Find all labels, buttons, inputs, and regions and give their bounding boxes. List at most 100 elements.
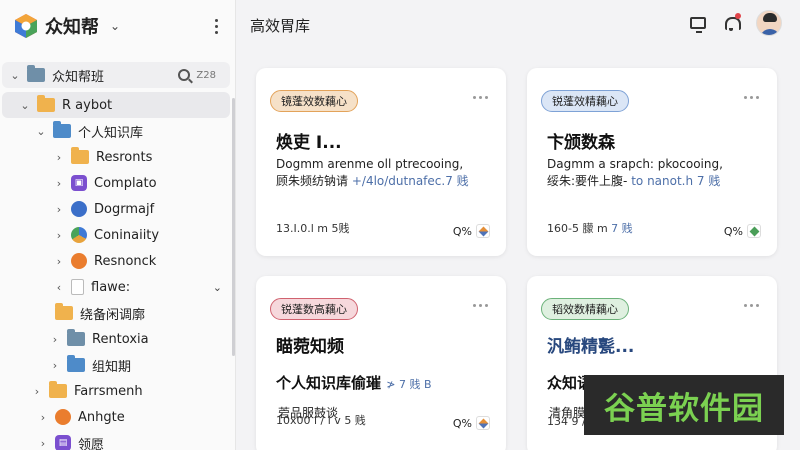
brand-switcher[interactable]: 众知帮 ⌄ bbox=[14, 12, 120, 40]
folder-icon bbox=[27, 65, 45, 82]
folder-icon bbox=[67, 355, 85, 372]
diamond-icon bbox=[476, 224, 490, 238]
sidebar: 众知帮 ⌄ ⌄ 众知帮班 Z28 ⌄ R aybot ⌄ 个人知识库 › Res… bbox=[0, 0, 236, 450]
more-icon[interactable] bbox=[473, 96, 488, 99]
tree-item[interactable]: ‹ flawe: ⌄ bbox=[0, 274, 236, 300]
card-badge[interactable]: Q% bbox=[453, 224, 490, 238]
card-title: 卞颁数森 bbox=[547, 133, 615, 153]
chevron-right-icon[interactable]: › bbox=[30, 385, 44, 398]
card-tag[interactable]: 锐蓬数高藕心 bbox=[270, 298, 358, 320]
app-icon bbox=[71, 227, 87, 243]
tree-item[interactable]: › Resnonck bbox=[0, 248, 236, 274]
folder-icon bbox=[67, 329, 85, 346]
card-meta-text: 160-5 朦 m bbox=[547, 222, 608, 235]
tree-item-label: Rentoxia bbox=[92, 331, 149, 347]
chevron-down-icon: ⌄ bbox=[110, 19, 121, 33]
chevron-right-icon[interactable]: › bbox=[36, 411, 50, 424]
tree-item-root[interactable]: ⌄ 众知帮班 Z28 bbox=[2, 62, 230, 88]
knowledge-card[interactable]: 镜蓬效数藕心 焕吏 I... Dogmm arenme oll ptrecooi… bbox=[256, 68, 506, 256]
chevron-right-icon[interactable]: › bbox=[52, 177, 66, 190]
card-meta-highlight: 7 贱 bbox=[611, 222, 633, 235]
tree-item-label: Resnonck bbox=[94, 253, 157, 269]
card-desc-line: Dagmm a srapch: pkocooing, bbox=[547, 157, 723, 171]
chevron-down-icon[interactable]: ⌄ bbox=[34, 125, 48, 138]
chevron-right-icon[interactable]: › bbox=[52, 229, 66, 242]
brand-name: 众知帮 bbox=[45, 17, 99, 38]
tree-item-label: Coninaiity bbox=[94, 227, 160, 243]
more-icon[interactable] bbox=[473, 304, 488, 307]
tree-item[interactable]: ⌄ 个人知识库 bbox=[0, 118, 236, 144]
app-icon bbox=[71, 253, 87, 269]
chevron-down-icon[interactable]: ⌄ bbox=[213, 281, 222, 294]
card-badge-label: Q% bbox=[452, 416, 472, 430]
chevron-right-icon[interactable]: › bbox=[48, 333, 62, 346]
card-desc-text: 顾朱频纺钠请 bbox=[276, 174, 349, 188]
notification-dot bbox=[735, 12, 741, 19]
card-tag[interactable]: 锐蓬效精藕心 bbox=[541, 90, 629, 112]
avatar[interactable] bbox=[756, 10, 782, 36]
tree-item[interactable]: › ▤ 领愿 bbox=[0, 430, 236, 450]
page-title: 高效胃库 bbox=[250, 17, 311, 35]
card-title: 瞄菀知频 bbox=[276, 337, 344, 357]
tree-item-label: Farrsmenh bbox=[74, 383, 143, 399]
knowledge-card[interactable]: 锐蓬效精藕心 卞颁数森 Dagmm a srapch: pkocooing, 绥… bbox=[527, 68, 777, 256]
card-desc-text: 绥朱:要件上腹- bbox=[547, 174, 628, 188]
tree-item-label: 众知帮班 bbox=[52, 69, 105, 85]
chevron-right-icon[interactable]: › bbox=[36, 437, 50, 450]
chevron-down-icon[interactable]: ⌄ bbox=[8, 69, 22, 82]
tree-item[interactable]: 绕备闲调廓 bbox=[0, 300, 236, 326]
tree-item[interactable]: › Rentoxia bbox=[0, 326, 236, 352]
chevron-left-icon[interactable]: ‹ bbox=[52, 281, 66, 294]
chevron-right-icon[interactable]: › bbox=[52, 151, 66, 164]
document-icon bbox=[71, 279, 84, 295]
knowledge-card[interactable]: 锐蓬数高藕心 瞄菀知频 个人知识库偷璀 ≯ 7 贱 B 菪品服鼓谈 10x00 … bbox=[256, 276, 506, 450]
tree-item[interactable]: › Anhgte bbox=[0, 404, 236, 430]
app-logo-icon bbox=[15, 14, 37, 38]
bell-icon[interactable] bbox=[724, 12, 741, 31]
tree-item-label: Dogrmajf bbox=[94, 201, 155, 217]
tree-item[interactable]: › Farrsmenh bbox=[0, 378, 236, 404]
card-tag[interactable]: 镜蓬效数藕心 bbox=[270, 90, 358, 112]
tree-item-selected[interactable]: ⌄ R aybot bbox=[2, 92, 230, 118]
tree-item-label: flawe: bbox=[91, 279, 131, 295]
tree-item-label: Resronts bbox=[96, 149, 153, 165]
app-icon bbox=[71, 201, 87, 217]
card-meta: 160-5 朦 m 7 贱 bbox=[547, 220, 633, 236]
tree-item-label: 个人知识库 bbox=[78, 125, 144, 141]
sidebar-scrollbar[interactable] bbox=[232, 98, 235, 356]
tree-item[interactable]: › 组知期 bbox=[0, 352, 236, 378]
monitor-icon[interactable] bbox=[690, 17, 706, 33]
tree-search[interactable]: Z28 bbox=[178, 69, 216, 81]
folder-icon bbox=[53, 121, 71, 138]
card-tag[interactable]: 韬效数精藕心 bbox=[541, 298, 629, 320]
diamond-icon bbox=[747, 224, 761, 238]
card-desc-line: 顾朱频纺钠请 +/4lo/dutnafec.7 贱 bbox=[276, 173, 496, 190]
folder-icon bbox=[71, 147, 89, 164]
tree-item-label: 组知期 bbox=[92, 359, 132, 375]
more-icon[interactable] bbox=[744, 304, 759, 307]
tree-item[interactable]: › Coninaiity bbox=[0, 222, 236, 248]
chevron-right-icon[interactable]: › bbox=[52, 255, 66, 268]
card-badge[interactable]: Q% bbox=[724, 224, 761, 238]
chevron-right-icon[interactable]: › bbox=[52, 203, 66, 216]
tree-item[interactable]: › ▣ Complato bbox=[0, 170, 236, 196]
diamond-icon bbox=[476, 416, 490, 430]
card-title: 汎鲔精甏... bbox=[547, 337, 635, 357]
card-subtitle: 个人知识库偷璀 ≯ 7 贱 B bbox=[276, 372, 501, 393]
sidebar-more-icon[interactable] bbox=[208, 14, 224, 38]
app-icon: ▣ bbox=[71, 175, 87, 191]
knowledge-tree: ⌄ 众知帮班 Z28 ⌄ R aybot ⌄ 个人知识库 › Resronts … bbox=[0, 62, 236, 450]
app-icon bbox=[55, 409, 71, 425]
watermark: 谷普软件园 bbox=[584, 375, 784, 435]
tree-item[interactable]: › Dogrmajf bbox=[0, 196, 236, 222]
card-desc-highlight: +/4lo/dutnafec.7 贱 bbox=[351, 174, 469, 188]
chevron-right-icon[interactable]: › bbox=[48, 359, 62, 372]
tree-item-label: R aybot bbox=[62, 97, 113, 113]
more-icon[interactable] bbox=[744, 96, 759, 99]
card-badge[interactable]: Q% bbox=[453, 416, 490, 430]
card-title: 焕吏 I... bbox=[276, 133, 342, 153]
chevron-down-icon[interactable]: ⌄ bbox=[18, 99, 32, 112]
tree-item[interactable]: › Resronts bbox=[0, 144, 236, 170]
app-icon: ▤ bbox=[55, 435, 71, 450]
search-icon bbox=[178, 69, 191, 81]
